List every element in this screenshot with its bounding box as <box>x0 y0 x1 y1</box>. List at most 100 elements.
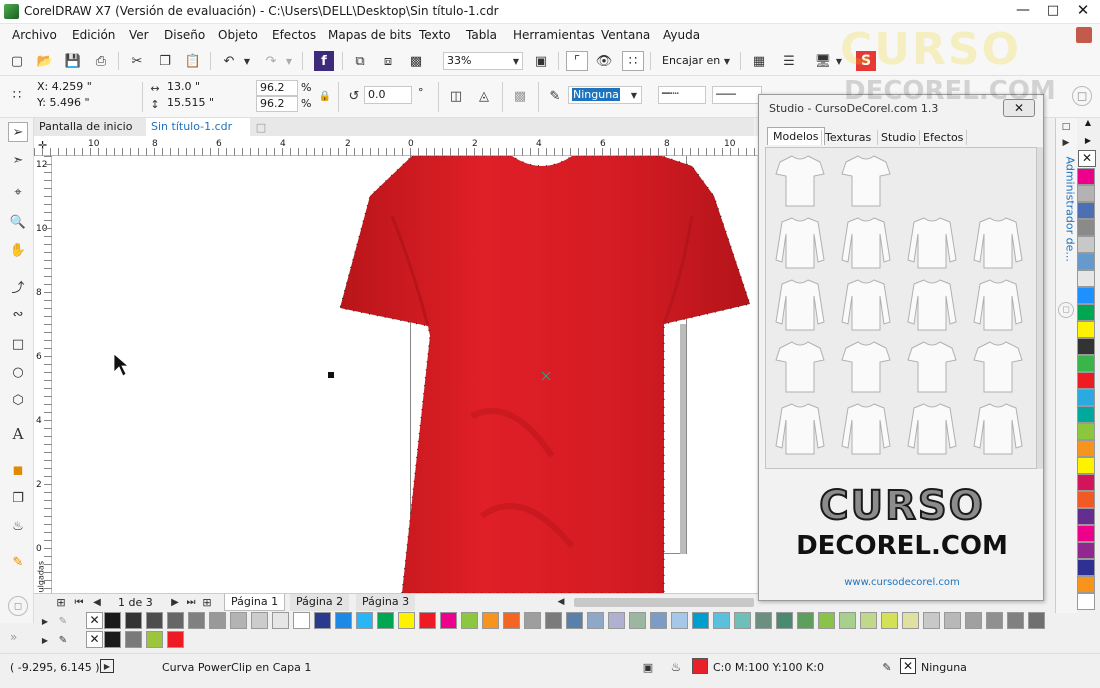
color-swatch[interactable] <box>923 612 940 629</box>
right-color-swatch[interactable] <box>1077 406 1095 423</box>
mirror-vertical-icon[interactable]: ◬ <box>474 87 494 105</box>
color-swatch[interactable] <box>377 612 394 629</box>
shirt-model-thumbnail[interactable] <box>906 338 958 394</box>
show-rulers-icon[interactable]: ⌜ <box>566 51 588 71</box>
new-document-icon[interactable]: ▢ <box>8 52 26 70</box>
zoom-tool-icon[interactable]: 🔍 <box>8 212 28 232</box>
menu-mapas-de-bits[interactable]: Mapas de bits <box>328 28 411 42</box>
snap-dropdown-icon[interactable]: ▼ <box>722 54 732 68</box>
line-style-select[interactable]: ─── <box>712 86 762 104</box>
color-swatch[interactable] <box>314 612 331 629</box>
macro-s-icon[interactable]: S <box>856 51 876 71</box>
color-swatch[interactable] <box>734 612 751 629</box>
shirt-model-thumbnail[interactable] <box>840 276 892 332</box>
scale-height-field[interactable]: 96.2 <box>256 96 298 112</box>
monitor-icon[interactable]: 🖥 <box>814 52 832 70</box>
swatch2-no-color[interactable]: ✕ <box>86 631 103 648</box>
color-swatch[interactable] <box>881 612 898 629</box>
freehand-tool-icon[interactable]: ⤴ <box>8 276 28 296</box>
rectangle-tool-icon[interactable]: □ <box>8 334 28 354</box>
right-color-swatch[interactable] <box>1077 355 1095 372</box>
user-account-icon[interactable] <box>1076 27 1092 43</box>
page-tab-1[interactable]: Página 1 <box>224 594 286 611</box>
menu-ayuda[interactable]: Ayuda <box>663 28 700 42</box>
shirt-model-thumbnail[interactable] <box>840 152 892 208</box>
right-color-swatch[interactable] <box>1077 304 1095 321</box>
color-swatch[interactable] <box>167 631 184 648</box>
color-swatch[interactable] <box>629 612 646 629</box>
horizontal-ruler[interactable]: ✛ 10 8 6 4 2 0 2 4 6 8 10 <box>34 136 758 156</box>
menu-tabla[interactable]: Tabla <box>466 28 497 42</box>
redo-dropdown-icon[interactable]: ▼ <box>284 52 294 70</box>
scroll-left-icon[interactable]: ◀ <box>554 595 568 609</box>
color-swatch[interactable] <box>692 612 709 629</box>
ellipse-tool-icon[interactable]: ○ <box>8 362 28 382</box>
vertical-ruler[interactable]: 12 10 8 6 4 2 0 pulgadas <box>34 156 52 598</box>
right-color-swatch[interactable] <box>1077 593 1095 610</box>
properties-circle-icon[interactable]: ◻ <box>1072 86 1092 106</box>
color-swatch[interactable] <box>272 612 289 629</box>
color-swatch[interactable] <box>839 612 856 629</box>
drawing-canvas[interactable] <box>52 156 757 593</box>
docker-tab-efectos[interactable]: Efectos <box>919 130 968 145</box>
right-color-swatch[interactable] <box>1077 559 1095 576</box>
palette-menu-icon[interactable]: ▶ <box>40 614 50 628</box>
palette2-menu-icon[interactable]: ▶ <box>40 633 50 647</box>
right-color-swatch[interactable] <box>1077 457 1095 474</box>
right-color-swatch[interactable] <box>1077 423 1095 440</box>
color-swatch[interactable] <box>482 612 499 629</box>
color-swatch[interactable] <box>503 612 520 629</box>
height-field[interactable]: 15.515 " <box>164 96 248 112</box>
color-swatch[interactable] <box>944 612 961 629</box>
color-swatch[interactable] <box>902 612 919 629</box>
color-swatch[interactable] <box>356 612 373 629</box>
fill-tool-icon[interactable]: ♨ <box>8 516 28 536</box>
right-color-swatch[interactable] <box>1077 236 1095 253</box>
right-color-swatch[interactable] <box>1077 508 1095 525</box>
options-icon[interactable]: ▦ <box>750 52 768 70</box>
docker-url-link[interactable]: www.cursodecorel.com <box>759 577 1045 588</box>
docker-expand-icon[interactable]: ▶ <box>1059 136 1073 150</box>
shirt-model-thumbnail[interactable] <box>840 400 892 456</box>
red-tshirt-image[interactable] <box>52 156 757 593</box>
color-swatch[interactable] <box>461 612 478 629</box>
docker-collapse-icon[interactable]: □ <box>1059 120 1073 134</box>
lock-ratio-icon[interactable]: 🔒 <box>318 88 332 104</box>
gallery-scrollbar[interactable] <box>1037 147 1043 469</box>
color-swatch[interactable] <box>713 612 730 629</box>
paste-icon[interactable]: 📋 <box>184 52 202 70</box>
menu-efectos[interactable]: Efectos <box>272 28 316 42</box>
shirt-model-thumbnail[interactable] <box>840 338 892 394</box>
transparency-tool-icon[interactable]: ❐ <box>8 488 28 508</box>
menu-herramientas[interactable]: Herramientas <box>513 28 595 42</box>
outline-color-swatch[interactable]: ✕ <box>900 658 916 674</box>
page-tab-2[interactable]: Página 2 <box>290 594 350 611</box>
rotation-field[interactable]: 0.0 <box>364 86 412 104</box>
docker-close-button[interactable]: ✕ <box>1003 99 1035 117</box>
zoom-dropdown-icon[interactable]: ▼ <box>510 54 522 68</box>
show-grid-icon[interactable]: ∷ <box>622 51 644 71</box>
right-color-swatch[interactable] <box>1077 338 1095 355</box>
color-swatch[interactable] <box>755 612 772 629</box>
monitor-dropdown-icon[interactable]: ▼ <box>834 54 844 68</box>
right-color-swatch[interactable] <box>1077 168 1095 185</box>
docker-tab-studio[interactable]: Studio <box>877 130 919 145</box>
undo-icon[interactable]: ↶ <box>220 52 238 70</box>
swatch-no-color[interactable]: ✕ <box>86 612 103 629</box>
show-guides-icon[interactable]: 👁 <box>594 52 614 70</box>
color-swatch[interactable] <box>188 612 205 629</box>
right-color-swatch[interactable] <box>1077 202 1095 219</box>
eyedropper-tool-icon[interactable]: ✎ <box>8 552 28 572</box>
width-field[interactable]: 13.0 " <box>164 80 248 96</box>
menu-ventana[interactable]: Ventana <box>601 28 650 42</box>
page-tab-3[interactable]: Página 3 <box>356 594 416 611</box>
color-swatch[interactable] <box>524 612 541 629</box>
search-content-icon[interactable]: f <box>314 51 334 71</box>
close-button[interactable]: ✕ <box>1070 1 1096 21</box>
shirt-model-thumbnail[interactable] <box>774 276 826 332</box>
first-page-icon[interactable]: ⏮ <box>72 595 86 609</box>
color-swatch[interactable] <box>293 612 310 629</box>
position-y-field[interactable]: Y: 5.496 " <box>34 96 134 112</box>
application-launcher-icon[interactable]: ☰ <box>780 52 798 70</box>
color-swatch[interactable] <box>965 612 982 629</box>
